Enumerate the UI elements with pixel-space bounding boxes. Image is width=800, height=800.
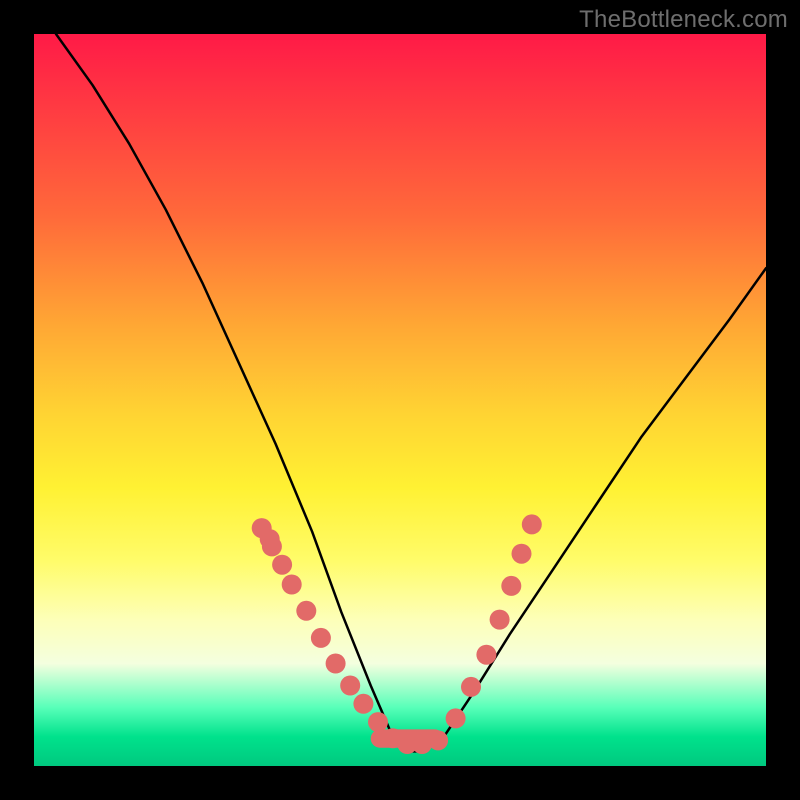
bottleneck-curve bbox=[56, 34, 766, 751]
plot-area bbox=[34, 34, 766, 766]
marker-dot bbox=[490, 610, 510, 630]
marker-dot bbox=[501, 576, 521, 596]
marker-dot bbox=[461, 677, 481, 697]
marker-dot bbox=[311, 628, 331, 648]
plot-svg bbox=[34, 34, 766, 766]
marker-dot bbox=[326, 654, 346, 674]
marker-dot bbox=[428, 730, 448, 750]
marker-dot bbox=[272, 555, 292, 575]
watermark-text: TheBottleneck.com bbox=[579, 6, 788, 34]
marker-dot bbox=[512, 544, 532, 564]
marker-dot bbox=[353, 694, 373, 714]
marker-dot bbox=[340, 676, 360, 696]
marker-dot bbox=[260, 529, 280, 549]
marker-dot bbox=[296, 601, 316, 621]
marker-dot bbox=[368, 712, 388, 732]
marker-dot bbox=[446, 708, 466, 728]
marker-dot bbox=[282, 575, 302, 595]
marker-dot bbox=[476, 645, 496, 665]
marker-dot bbox=[522, 514, 542, 534]
chart-frame: TheBottleneck.com bbox=[0, 0, 800, 800]
